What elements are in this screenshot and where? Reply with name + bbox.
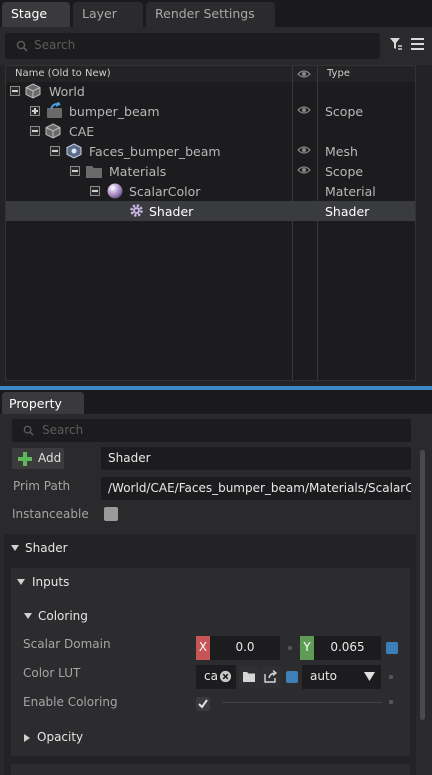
tree-row-label: World	[49, 84, 85, 99]
tree-row-label: CAE	[69, 124, 95, 139]
stage-search-placeholder: Search	[34, 38, 76, 52]
add-button-label: Add	[38, 451, 62, 465]
collapse-icon[interactable]	[70, 166, 80, 176]
tree-row-label: Materials	[109, 164, 167, 179]
search-icon	[23, 425, 34, 436]
checkmark-icon	[198, 699, 208, 709]
enable-coloring-label: Enable Coloring	[23, 695, 118, 709]
stage-tabbar: Stage Layer Render Settings	[0, 0, 432, 27]
collapse-triangle-icon[interactable]	[17, 579, 25, 585]
instanceable-label: Instanceable	[12, 507, 89, 521]
stage-panel: Stage Layer Render Settings Search Name …	[0, 0, 432, 386]
tree-row-label: Shader	[149, 204, 194, 219]
default-value-indicator[interactable]	[386, 642, 398, 654]
tree-row-type: Mesh	[325, 144, 358, 159]
column-type[interactable]: Type	[327, 68, 350, 79]
open-external-icon	[264, 670, 278, 683]
tree-row-world[interactable]: World	[6, 81, 415, 101]
tree-row-bumper-beam[interactable]: bumper_beam Scope	[6, 101, 415, 121]
plus-icon	[18, 452, 32, 466]
tree-row-shader[interactable]: Shader Shader	[6, 201, 415, 221]
reference-scope-icon	[47, 102, 62, 118]
tree-row-label: bumper_beam	[69, 104, 160, 119]
prim-path-field[interactable]: /World/CAE/Faces_bumper_beam/Materials/S…	[101, 477, 411, 500]
tree-row-cae[interactable]: CAE	[6, 121, 415, 141]
separator-dot	[288, 646, 292, 650]
visibility-eye-icon[interactable]	[297, 105, 311, 115]
property-scrollbar[interactable]	[420, 450, 425, 720]
row-divider	[222, 702, 382, 703]
collapse-icon[interactable]	[50, 146, 60, 156]
tree-row-type: Scope	[325, 164, 364, 179]
expand-icon[interactable]	[30, 106, 40, 116]
color-lut-mode-value: auto	[310, 669, 338, 683]
tree-row-materials[interactable]: Materials Scope	[6, 161, 415, 181]
tab-layer[interactable]: Layer	[73, 2, 143, 27]
material-sphere-icon	[107, 183, 123, 199]
visibility-eye-icon[interactable]	[297, 145, 311, 155]
locate-file-button[interactable]	[261, 666, 281, 688]
visibility-eye-icon[interactable]	[297, 165, 311, 175]
clear-icon[interactable]	[219, 670, 232, 683]
separator-dot	[389, 700, 393, 704]
next-section	[11, 764, 410, 775]
tab-property[interactable]: Property	[2, 392, 84, 414]
shader-section-header[interactable]: Shader	[25, 541, 68, 555]
folder-icon	[243, 672, 255, 682]
folder-icon	[86, 166, 102, 178]
tree-row-type: Shader	[325, 204, 370, 219]
search-icon	[16, 40, 28, 52]
enable-coloring-checkbox[interactable]	[196, 697, 210, 711]
property-tabbar: Property	[0, 390, 432, 414]
inputs-section-header[interactable]: Inputs	[32, 575, 69, 589]
tree-row-label: ScalarColor	[129, 184, 201, 199]
collapse-triangle-icon[interactable]	[11, 545, 19, 551]
eye-column-icon[interactable]	[297, 69, 311, 79]
coloring-section-header[interactable]: Coloring	[38, 609, 88, 623]
stage-search-input[interactable]: Search	[5, 33, 380, 59]
property-panel: Property Search Add Shader Prim Path /Wo…	[0, 390, 432, 775]
prim-name-field[interactable]: Shader	[101, 447, 411, 470]
tree-row-type: Material	[325, 184, 376, 199]
collapse-icon[interactable]	[90, 186, 100, 196]
tree-header: Name (Old to New) Type	[6, 66, 415, 82]
prim-path-label: Prim Path	[13, 479, 71, 493]
tree-row-type: Scope	[325, 104, 364, 119]
property-search-placeholder: Search	[42, 423, 84, 437]
instanceable-checkbox[interactable]	[104, 507, 118, 521]
mesh-icon	[66, 143, 82, 159]
add-button[interactable]: Add	[12, 448, 64, 469]
filter-icon[interactable]	[389, 37, 403, 51]
chevron-down-icon	[364, 672, 375, 681]
tree-row-label: Faces_bumper_beam	[89, 144, 221, 159]
shader-gear-icon	[130, 204, 143, 217]
tree-row-scalarcolor[interactable]: ScalarColor Material	[6, 181, 415, 201]
menu-icon[interactable]	[411, 38, 424, 50]
stage-toolbar: Search	[0, 27, 432, 65]
xform-icon	[45, 123, 61, 139]
property-search-input[interactable]: Search	[12, 419, 411, 442]
separator-dot	[389, 675, 393, 679]
color-lut-label: Color LUT	[23, 666, 81, 680]
column-name[interactable]: Name (Old to New)	[15, 68, 111, 79]
xform-icon	[25, 83, 41, 99]
x-axis-tag: X	[196, 636, 210, 660]
scalar-domain-label: Scalar Domain	[23, 637, 111, 651]
y-axis-tag: Y	[300, 636, 314, 660]
inputs-section	[11, 568, 410, 756]
scalar-domain-x-field[interactable]: 0.0	[210, 636, 280, 660]
tree-row-faces-bumper-beam[interactable]: Faces_bumper_beam Mesh	[6, 141, 415, 161]
browse-folder-button[interactable]	[239, 666, 259, 688]
collapse-triangle-icon[interactable]	[24, 613, 32, 619]
collapse-icon[interactable]	[30, 126, 40, 136]
expand-triangle-icon[interactable]	[24, 734, 30, 742]
tab-render-settings[interactable]: Render Settings	[146, 2, 275, 27]
default-value-indicator[interactable]	[286, 671, 298, 683]
stage-tree: Name (Old to New) Type World bumper_beam…	[5, 65, 416, 381]
opacity-section-header[interactable]: Opacity	[37, 730, 83, 744]
tab-stage[interactable]: Stage	[2, 2, 70, 27]
scalar-domain-y-field[interactable]: 0.065	[314, 636, 381, 660]
collapse-icon[interactable]	[10, 86, 20, 96]
